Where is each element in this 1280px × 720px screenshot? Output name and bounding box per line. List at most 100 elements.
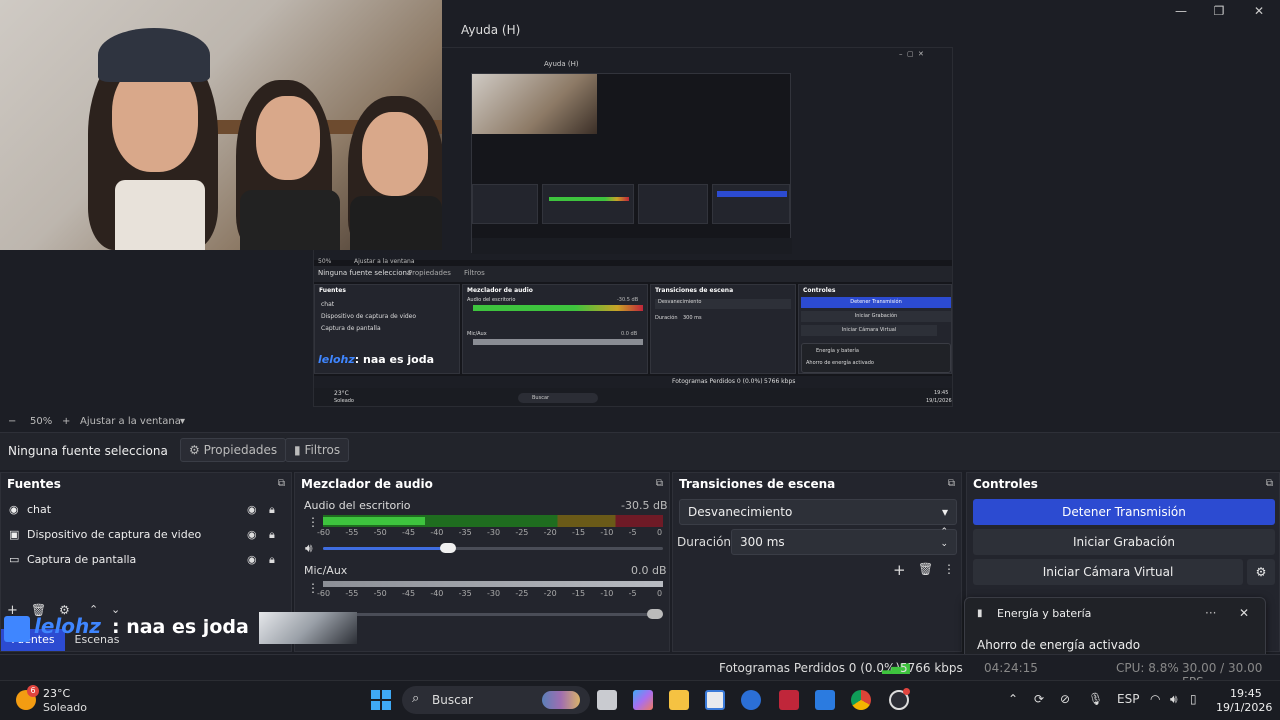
nested-sources [472,184,538,224]
copilot-icon[interactable] [633,690,653,710]
eye-icon[interactable]: ◉ [247,528,257,541]
mic-volume-track[interactable] [323,613,663,616]
meter-tick: -10 [600,528,614,537]
menu-help[interactable]: Ayuda (H) [461,23,520,37]
nested-desktop-db: -30.5 dB [617,297,639,303]
no-source-label: Ninguna fuente selecciona [8,444,168,458]
source-label: chat [27,503,52,516]
mixer-title: Mezclador de audio [301,477,433,491]
nested-stop-button [717,191,787,197]
language[interactable]: ESP [1117,692,1139,706]
recording-dot [903,688,910,695]
mcafee-icon[interactable] [779,690,799,710]
desktop-volume-knob[interactable] [440,543,456,553]
person-2-face [256,96,320,180]
add-transition-icon[interactable]: + [893,561,906,579]
nested-search: Buscar [518,393,598,403]
stepper-icon[interactable]: ⌃ ⌄ [940,526,948,550]
status-bar: Fotogramas Perdidos 0 (0.0%) ▂▄▆ 5766 kb… [0,654,1280,689]
nested-properties: Propiedades [408,269,451,277]
taskbar-search[interactable]: ⌕ Buscar [402,686,590,714]
nested-time: 19:45 [934,390,949,396]
meter-tick: -5 [628,528,637,537]
maximize-icon[interactable]: ❐ [1206,2,1232,20]
wifi-icon[interactable]: ◠ [1150,692,1160,706]
meter-tick: -60 [317,528,331,537]
windows-start-icon[interactable] [371,690,391,710]
person-1-shirt [115,180,205,250]
volume-icon[interactable]: 🔊︎ [1170,692,1178,707]
mic-volume-knob[interactable] [647,609,663,619]
transitions-title: Transiciones de escena [679,477,836,491]
speaker-icon[interactable]: 🔊︎ [305,541,313,556]
undock-icon[interactable]: ⧉ [948,478,955,489]
nested-statusbar: Fotogramas Perdidos 0 (0.0%) 5766 kbps [314,376,952,388]
meter-tick: -35 [458,589,472,598]
gear-icon[interactable]: ⚙ [1247,559,1275,585]
properties-label: Propiedades [203,443,278,457]
stop-stream-button[interactable]: Detener Transmisión [973,499,1275,525]
kebab-menu-icon[interactable]: ⋮ [307,515,319,529]
close-icon[interactable]: ✕ [1246,2,1272,20]
properties-button[interactable]: ⚙ Propiedades [180,438,287,462]
start-virtual-cam-button[interactable]: Iniciar Cámara Virtual [973,559,1243,585]
transition-select[interactable]: Desvanecimiento ▾ [679,499,957,525]
eye-icon[interactable]: ◉ [247,553,257,566]
lock-icon[interactable]: 🔒︎ [269,553,275,567]
duration-input[interactable]: 300 ms ⌃ ⌄ [731,526,957,555]
file-explorer-icon[interactable] [669,690,689,710]
more-icon[interactable]: ··· [1205,606,1216,620]
task-view-icon[interactable] [597,690,617,710]
filters-button[interactable]: ▮ Filtros [285,438,350,462]
sync-icon[interactable]: ⟳ [1034,692,1044,706]
clock-date[interactable]: 19/1/2026 [1216,701,1272,714]
nested-start-vcam: Iniciar Cámara Virtual [801,325,937,336]
nested-controls [712,184,790,224]
desktop-audio-label: Audio del escritorio [304,499,411,512]
zoom-in-button[interactable]: + [62,416,70,427]
weather-badge: 6 [27,685,39,697]
webcam-feed [0,0,442,250]
minimize-icon[interactable]: — [1168,2,1194,20]
clock-time[interactable]: 19:45 [1230,687,1262,700]
trash-icon[interactable]: 🗑︎ [918,562,933,576]
nested-webcam [472,74,597,134]
kebab-menu-icon[interactable]: ⋮ [943,562,955,576]
nested-desktop-audio: Audio del escritorio [467,297,516,303]
close-icon[interactable]: ✕ [1239,606,1249,620]
nested-transitions-dock: Transiciones de escena Desvanecimiento D… [650,284,796,374]
meter-tick: -60 [317,589,331,598]
zoom-out-button[interactable]: − [8,416,16,427]
chrome-icon[interactable] [851,690,871,710]
notification-toast[interactable]: ▮ Energía y batería ··· ✕ Ahorro de ener… [964,597,1266,661]
mail-icon[interactable] [815,690,835,710]
eye-icon[interactable]: ◉ [247,503,257,516]
nested-duration-label: Duración [655,315,678,321]
undock-icon[interactable]: ⧉ [656,478,663,489]
nested-meter [549,197,629,201]
fit-window-select[interactable]: Ajustar a la ventana [80,416,181,427]
desktop-volume-fill [323,547,448,550]
undock-icon[interactable]: ⧉ [1266,478,1273,489]
lock-icon[interactable]: 🔒︎ [269,503,275,517]
nested-temp: 23°C [334,390,349,397]
chevron-down-icon[interactable]: ▾ [180,416,185,427]
nested-source-1: chat [321,301,335,308]
chat-overlay: lelohz : naa es joda [4,612,364,646]
source-item-chat[interactable]: ◉ chat [9,503,51,516]
no-camera-icon[interactable]: ⊘ [1060,692,1070,706]
battery-icon[interactable]: ▯ [1190,692,1197,706]
toast-message: Ahorro de energía activado [977,638,1141,652]
store-icon[interactable] [705,690,725,710]
source-item-video[interactable]: ▣ Dispositivo de captura de video [9,528,201,541]
lock-icon[interactable]: 🔒︎ [269,528,275,542]
dell-icon[interactable] [741,690,761,710]
nested-transitions [638,184,708,224]
nested-transition-select: Desvanecimiento [655,299,791,309]
undock-icon[interactable]: ⧉ [278,478,285,489]
nested-source-toolbar: Ninguna fuente selecciona Propiedades Fi… [314,266,952,282]
chevron-up-icon[interactable]: ⌃ [1008,692,1018,706]
start-record-button[interactable]: Iniciar Grabación [973,529,1275,555]
microphone-icon[interactable]: 🎙︎ [1088,692,1103,706]
source-item-screen[interactable]: ▭ Captura de pantalla [9,553,136,566]
